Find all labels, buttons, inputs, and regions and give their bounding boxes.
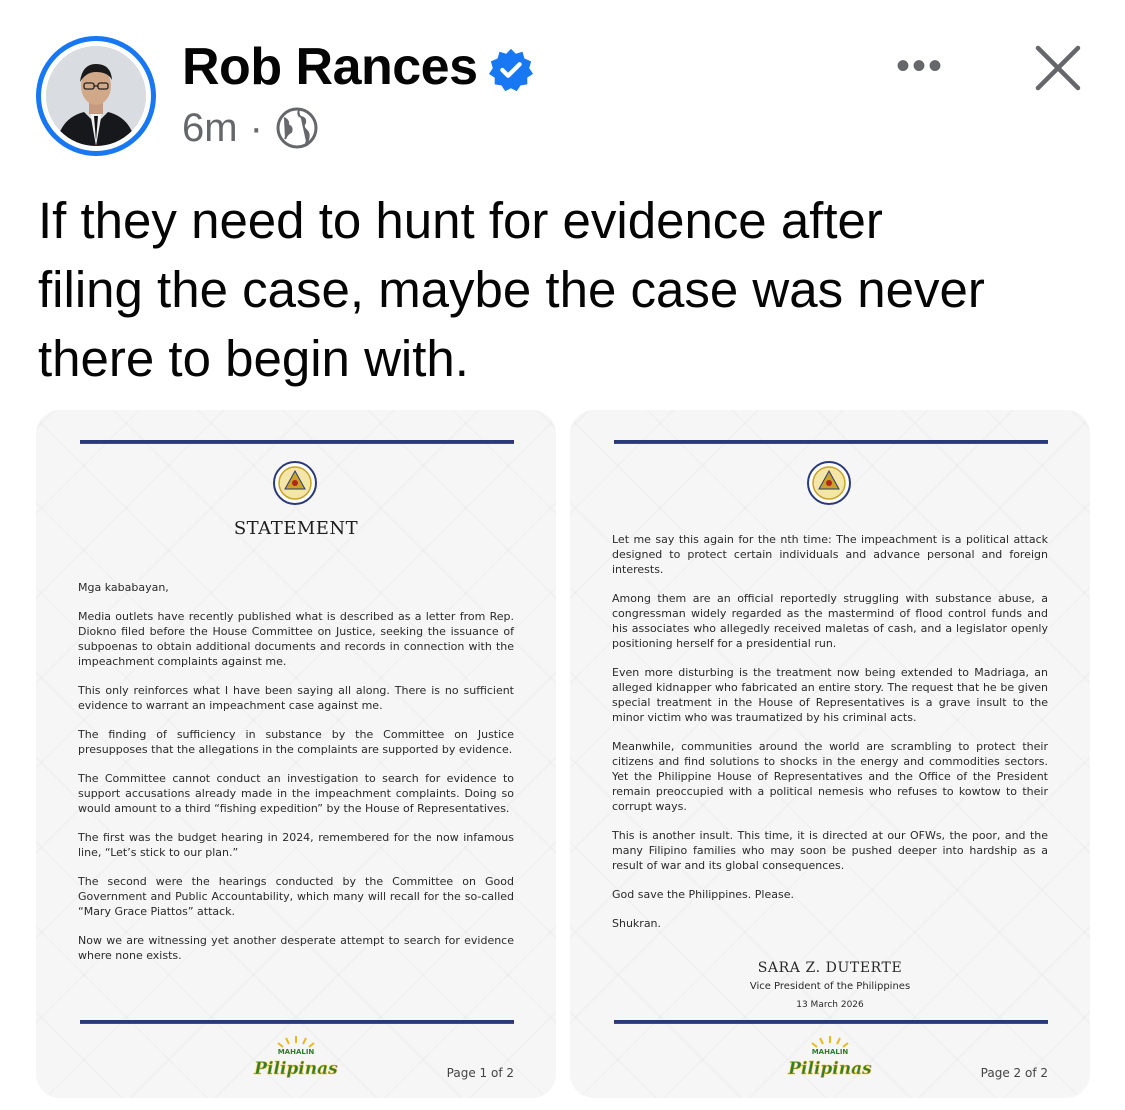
mahalin-pilipinas-logo: MAHALIN Pilipinas <box>253 1036 338 1079</box>
paragraph: The first was the budget hearing in 2024… <box>78 831 514 859</box>
signatory-name: SARA Z. DUTERTE <box>757 960 903 976</box>
more-options-icon[interactable]: ••• <box>896 46 944 86</box>
close-icon[interactable] <box>1030 40 1086 96</box>
mahalin-pilipinas-logo: MAHALIN Pilipinas <box>787 1036 872 1079</box>
paragraph: This only reinforces what I have been sa… <box>78 684 514 712</box>
globe-icon[interactable] <box>275 106 319 150</box>
svg-text:Pilipinas: Pilipinas <box>253 1059 338 1079</box>
paragraph: Even more disturbing is the treatment no… <box>612 666 1048 724</box>
signatory-title: Vice President of the Philippines <box>749 981 911 992</box>
page-number: Page 1 of 2 <box>446 1066 514 1080</box>
author-name[interactable]: Rob Rances <box>182 36 478 98</box>
post-meta: 6m · <box>182 100 319 156</box>
paragraph: Media outlets have recently published wh… <box>78 610 514 668</box>
statement-body: Mga kababayan, Media outlets have recent… <box>78 580 514 977</box>
header-rule <box>614 440 1048 444</box>
svg-text:Pilipinas: Pilipinas <box>787 1059 872 1079</box>
paragraph: Now we are witnessing yet another desper… <box>78 934 514 962</box>
paragraph: The finding of sufficiency in substance … <box>78 728 514 756</box>
post-caption: If they need to hunt for evidence after … <box>38 192 985 387</box>
page-number: Page 2 of 2 <box>980 1066 1048 1080</box>
paragraph: Shukran. <box>612 917 662 930</box>
avatar-photo <box>46 46 146 146</box>
paragraph: The Committee cannot conduct an investig… <box>78 772 514 815</box>
paragraph: Let me say this again for the nth time: … <box>612 533 1048 576</box>
ovp-seal-icon <box>273 461 317 505</box>
post-timestamp[interactable]: 6m <box>182 100 238 156</box>
profile-avatar[interactable] <box>36 36 156 156</box>
author-row: Rob Rances <box>182 36 534 98</box>
paragraph: Mga kababayan, <box>78 581 169 594</box>
footer-rule <box>80 1020 514 1024</box>
svg-text:MAHALIN: MAHALIN <box>812 1048 849 1056</box>
statement-title: STATEMENT <box>233 518 359 539</box>
statement-page-2-image[interactable]: Let me say this again for the nth time: … <box>570 410 1090 1098</box>
statement-body: Let me say this again for the nth time: … <box>612 532 1048 945</box>
paragraph: Among them are an official reportedly st… <box>612 592 1048 650</box>
paragraph: This is another insult. This time, it is… <box>612 829 1048 872</box>
meta-separator: · <box>249 106 263 150</box>
paragraph: Meanwhile, communities around the world … <box>612 740 1048 813</box>
paragraph: The second were the hearings conducted b… <box>78 875 514 918</box>
statement-date: 13 March 2026 <box>796 1000 864 1010</box>
svg-text:MAHALIN: MAHALIN <box>278 1048 315 1056</box>
paragraph: God save the Philippines. Please. <box>612 888 794 901</box>
verified-badge-icon <box>488 48 533 92</box>
statement-page-1-image[interactable]: STATEMENT Mga kababayan, Media outlets h… <box>36 410 556 1098</box>
ovp-seal-icon <box>807 461 851 505</box>
header-rule <box>80 440 514 444</box>
footer-rule <box>614 1020 1048 1024</box>
